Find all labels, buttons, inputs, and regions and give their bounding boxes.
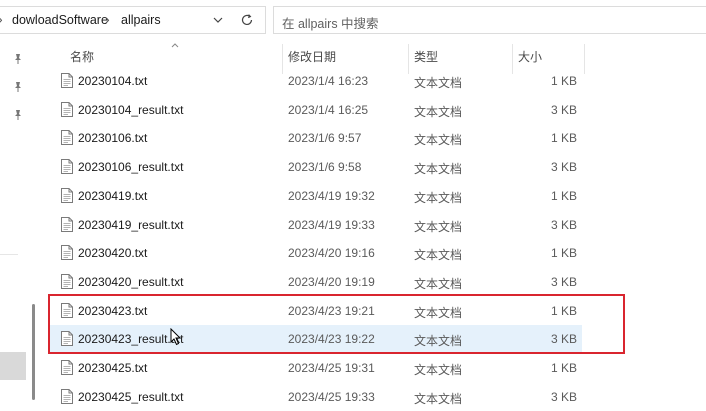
- file-name: 20230106.txt: [78, 131, 148, 146]
- file-modified-date: 2023/4/20 19:19: [288, 274, 375, 289]
- file-type: 文本文档: [414, 248, 463, 263]
- file-modified-date: 2023/1/6 9:57: [288, 131, 362, 146]
- file-row[interactable]: 20230425.txt 2023/4/25 19:31 文本文档 1 KB: [50, 354, 582, 382]
- file-size: 3 KB: [550, 274, 577, 289]
- file-name: 20230425_result.txt: [78, 389, 184, 404]
- file-type: 文本文档: [414, 391, 463, 406]
- text-file-icon: [61, 273, 73, 289]
- file-size: 1 KB: [550, 361, 577, 375]
- file-row[interactable]: 20230425_result.txt 2023/4/25 19:33 文本文档 3 …: [50, 383, 582, 411]
- file-modified-date: 2023/4/23 19:22: [288, 332, 375, 347]
- pin-icon[interactable]: [12, 81, 24, 93]
- file-row[interactable]: 20230420.txt 2023/4/20 19:16 文本文档 1 KB: [50, 239, 582, 267]
- file-name: 20230423_result.txt: [78, 332, 184, 347]
- file-modified-date: 2023/4/19 19:32: [288, 188, 375, 203]
- text-file-icon: [61, 101, 73, 117]
- column-header-size[interactable]: 大小: [518, 48, 542, 65]
- file-size: 1 KB: [550, 131, 577, 146]
- file-modified-date: 2023/4/20 19:16: [288, 246, 375, 261]
- file-name: 20230104.txt: [78, 74, 148, 88]
- file-size: 3 KB: [550, 160, 577, 175]
- file-type: 文本文档: [414, 76, 463, 90]
- text-file-icon: [61, 360, 73, 375]
- file-name: 20230425.txt: [78, 361, 148, 375]
- file-modified-date: 2023/4/25 19:33: [288, 389, 375, 404]
- search-box[interactable]: 在 allpairs 中搜索: [273, 6, 706, 34]
- breadcrumb-separator[interactable]: ›: [105, 11, 110, 27]
- file-modified-date: 2023/1/6 9:58: [288, 160, 362, 175]
- breadcrumb-separator: ›: [0, 11, 3, 27]
- sort-ascending-icon: [171, 43, 179, 48]
- file-size: 3 KB: [550, 217, 577, 232]
- file-row[interactable]: 20230104_result.txt 2023/1/4 16:25 文本文档 3 K…: [50, 96, 582, 124]
- file-row[interactable]: 20230420_result.txt 2023/4/20 19:19 文本文档 3 …: [50, 268, 582, 296]
- file-type: 文本文档: [414, 133, 463, 148]
- file-row[interactable]: 20230423.txt 2023/4/23 19:21 文本文档 1 KB: [50, 297, 582, 325]
- text-file-icon: [61, 159, 73, 175]
- file-modified-date: 2023/1/4 16:25: [288, 102, 369, 117]
- text-file-icon: [61, 216, 73, 232]
- pin-icon[interactable]: [12, 109, 24, 121]
- file-type: 文本文档: [414, 190, 463, 205]
- file-size: 1 KB: [550, 188, 577, 203]
- top-bar: › dowloadSoftware › allpairs 在 allpairs …: [0, 0, 706, 40]
- chevron-down-icon[interactable]: [210, 12, 226, 28]
- file-modified-date: 2023/4/19 19:33: [288, 217, 375, 232]
- breadcrumb-item-dowloadsoftware[interactable]: dowloadSoftware: [12, 13, 108, 27]
- file-type: 文本文档: [414, 162, 463, 177]
- file-type: 文本文档: [414, 334, 463, 349]
- file-row[interactable]: 20230419_result.txt 2023/4/19 19:33 文本文档 3 …: [50, 211, 582, 239]
- nav-selected-item[interactable]: [0, 352, 26, 380]
- file-type: 文本文档: [414, 104, 463, 119]
- file-type: 文本文档: [414, 219, 463, 234]
- file-size: 3 KB: [550, 389, 577, 404]
- refresh-icon[interactable]: [238, 11, 256, 29]
- file-modified-date: 2023/4/23 19:21: [288, 303, 375, 318]
- file-name: 20230420.txt: [78, 246, 148, 261]
- text-file-icon: [61, 130, 73, 146]
- text-file-icon: [61, 187, 73, 203]
- file-type: 文本文档: [414, 305, 463, 320]
- file-row[interactable]: 20230104.txt 2023/1/4 16:23 文本文档 1 KB: [50, 67, 582, 95]
- column-header-name[interactable]: 名称: [70, 48, 94, 65]
- file-size: 3 KB: [550, 102, 577, 117]
- mouse-cursor-icon: [170, 328, 182, 346]
- column-header-row: 名称 修改日期 类型 大小: [40, 40, 706, 74]
- column-divider[interactable]: [584, 44, 585, 74]
- text-file-icon: [61, 302, 73, 318]
- column-header-type[interactable]: 类型: [414, 48, 438, 65]
- file-name: 20230419.txt: [78, 188, 148, 203]
- file-row[interactable]: 20230106_result.txt 2023/1/6 9:58 文本文档 3 KB: [50, 153, 582, 181]
- file-row[interactable]: 20230106.txt 2023/1/6 9:57 文本文档 1 KB: [50, 124, 582, 152]
- file-name: 20230419_result.txt: [78, 217, 184, 232]
- file-size: 3 KB: [550, 332, 577, 347]
- search-placeholder[interactable]: 在 allpairs 中搜索: [282, 13, 379, 32]
- file-size: 1 KB: [550, 303, 577, 318]
- file-list: 名称 修改日期 类型 大小 20230104.txt 2023/1/4 16:23…: [40, 40, 706, 409]
- file-row[interactable]: 20230419.txt 2023/4/19 19:32 文本文档 1 KB: [50, 182, 582, 210]
- breadcrumb-item-allpairs[interactable]: allpairs: [121, 13, 161, 27]
- file-type: 文本文档: [414, 276, 463, 291]
- navigation-pane: [0, 40, 40, 409]
- text-file-icon: [61, 331, 73, 347]
- text-file-icon: [61, 73, 73, 88]
- file-modified-date: 2023/4/25 19:31: [288, 361, 375, 375]
- file-row[interactable]: 20230423_result.txt 2023/4/23 19:22 文本文档 3 …: [50, 325, 582, 354]
- file-size: 1 KB: [550, 74, 577, 88]
- column-header-date[interactable]: 修改日期: [288, 48, 336, 65]
- file-name: 20230104_result.txt: [78, 102, 184, 117]
- file-modified-date: 2023/1/4 16:23: [288, 74, 369, 88]
- file-type: 文本文档: [414, 363, 463, 377]
- file-name: 20230420_result.txt: [78, 274, 184, 289]
- address-bar[interactable]: › dowloadSoftware › allpairs: [0, 6, 266, 34]
- file-size: 1 KB: [550, 246, 577, 261]
- file-name: 20230423.txt: [78, 303, 148, 318]
- text-file-icon: [61, 245, 73, 261]
- pin-icon[interactable]: [12, 53, 24, 65]
- nav-scrollbar[interactable]: [32, 304, 35, 400]
- nav-divider: [0, 254, 18, 255]
- text-file-icon: [61, 388, 73, 404]
- file-name: 20230106_result.txt: [78, 160, 184, 175]
